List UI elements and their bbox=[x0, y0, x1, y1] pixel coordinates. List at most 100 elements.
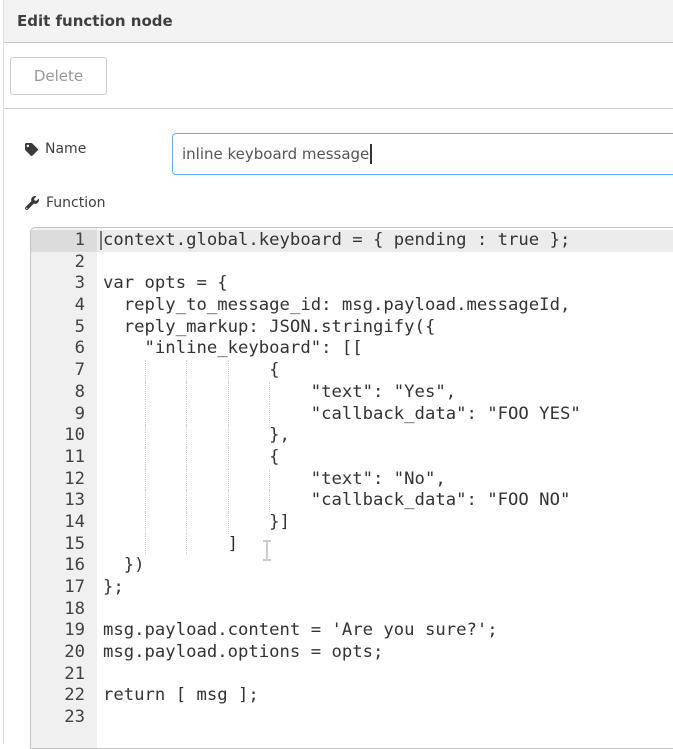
code-line[interactable]: }; bbox=[97, 577, 673, 599]
indent-guide bbox=[186, 404, 187, 426]
code-line[interactable] bbox=[97, 707, 673, 729]
indent-guide bbox=[186, 425, 187, 447]
code-line-text: "inline_keyboard": [[ bbox=[103, 338, 363, 358]
gutter-line-number[interactable]: 3 bbox=[31, 273, 97, 295]
indent-guide bbox=[269, 469, 270, 491]
editor-text-cursor bbox=[100, 231, 102, 250]
code-line[interactable] bbox=[97, 664, 673, 686]
gutter-line-number[interactable]: 22 bbox=[31, 685, 97, 707]
gutter-line-number[interactable]: 15 bbox=[31, 534, 97, 556]
indent-guide bbox=[186, 382, 187, 404]
code-line-text: msg.payload.content = 'Are you sure?'; bbox=[103, 620, 498, 640]
code-line-text: "callback_data": "FOO YES" bbox=[103, 404, 581, 424]
indent-guide bbox=[186, 469, 187, 491]
indent-guide bbox=[228, 447, 229, 469]
text-cursor bbox=[370, 144, 372, 164]
code-line[interactable]: }] bbox=[97, 512, 673, 534]
code-line-text: "text": "Yes", bbox=[103, 382, 456, 402]
code-line[interactable]: reply_to_message_id: msg.payload.message… bbox=[97, 295, 673, 317]
code-line-text: msg.payload.options = opts; bbox=[103, 642, 383, 662]
gutter-line-number[interactable]: 6 bbox=[31, 338, 97, 360]
indent-guide bbox=[228, 382, 229, 404]
code-line[interactable]: "text": "No", bbox=[97, 469, 673, 491]
code-line-text: "text": "No", bbox=[103, 469, 446, 489]
editor-code-area[interactable]: context.global.keyboard = { pending : tr… bbox=[97, 228, 673, 748]
code-line[interactable]: { bbox=[97, 447, 673, 469]
code-line[interactable]: context.global.keyboard = { pending : tr… bbox=[97, 230, 673, 252]
code-editor[interactable]: 1234567891011121314151617181920212223 co… bbox=[30, 227, 673, 749]
indent-guide bbox=[186, 534, 187, 556]
gutter-line-number[interactable]: 19 bbox=[31, 620, 97, 642]
code-line[interactable] bbox=[97, 252, 673, 274]
indent-guide bbox=[186, 512, 187, 534]
wrench-icon bbox=[25, 196, 39, 210]
indent-guide bbox=[145, 512, 146, 534]
indent-guide bbox=[186, 447, 187, 469]
tray-toolbar: Delete bbox=[4, 44, 673, 109]
gutter-line-number[interactable]: 20 bbox=[31, 642, 97, 664]
code-line[interactable]: msg.payload.content = 'Are you sure?'; bbox=[97, 620, 673, 642]
gutter-line-number[interactable]: 17 bbox=[31, 577, 97, 599]
indent-guide bbox=[269, 382, 270, 404]
code-line[interactable]: ] bbox=[97, 534, 673, 556]
gutter-line-number[interactable]: 13 bbox=[31, 490, 97, 512]
indent-guide bbox=[269, 490, 270, 512]
code-line-text: ] bbox=[103, 534, 238, 554]
code-line[interactable]: "callback_data": "FOO YES" bbox=[97, 404, 673, 426]
code-line[interactable]: var opts = { bbox=[97, 273, 673, 295]
code-line[interactable]: }) bbox=[97, 555, 673, 577]
gutter-line-number[interactable]: 7 bbox=[31, 360, 97, 382]
editor-gutter: 1234567891011121314151617181920212223 bbox=[31, 228, 97, 748]
delete-button[interactable]: Delete bbox=[10, 57, 107, 95]
gutter-line-number[interactable]: 4 bbox=[31, 295, 97, 317]
gutter-line-number[interactable]: 16 bbox=[31, 555, 97, 577]
name-label: Name bbox=[25, 141, 86, 157]
code-line[interactable] bbox=[97, 599, 673, 621]
indent-guide bbox=[228, 512, 229, 534]
code-line[interactable]: "callback_data": "FOO NO" bbox=[97, 490, 673, 512]
gutter-line-number[interactable]: 2 bbox=[31, 252, 97, 274]
indent-guide bbox=[269, 404, 270, 426]
indent-guide bbox=[186, 490, 187, 512]
code-line-text: "callback_data": "FOO NO" bbox=[103, 490, 570, 510]
gutter-line-number[interactable]: 14 bbox=[31, 512, 97, 534]
code-line-text: reply_markup: JSON.stringify({ bbox=[103, 317, 435, 337]
code-line[interactable]: { bbox=[97, 360, 673, 382]
gutter-line-number[interactable]: 1 bbox=[31, 230, 97, 252]
code-line[interactable]: return [ msg ]; bbox=[97, 685, 673, 707]
indent-guide bbox=[145, 469, 146, 491]
gutter-line-number[interactable]: 18 bbox=[31, 599, 97, 621]
indent-guide bbox=[145, 490, 146, 512]
code-line[interactable]: }, bbox=[97, 425, 673, 447]
tag-icon bbox=[25, 143, 38, 156]
code-line[interactable]: "inline_keyboard": [[ bbox=[97, 338, 673, 360]
gutter-line-number[interactable]: 11 bbox=[31, 447, 97, 469]
indent-guide bbox=[228, 360, 229, 382]
code-line[interactable]: reply_markup: JSON.stringify({ bbox=[97, 317, 673, 339]
indent-guide bbox=[145, 382, 146, 404]
gutter-line-number[interactable]: 12 bbox=[31, 469, 97, 491]
gutter-line-number[interactable]: 21 bbox=[31, 664, 97, 686]
code-line-text: context.global.keyboard = { pending : tr… bbox=[103, 230, 570, 250]
indent-guide bbox=[145, 360, 146, 382]
gutter-line-number[interactable]: 5 bbox=[31, 317, 97, 339]
gutter-line-number[interactable]: 10 bbox=[31, 425, 97, 447]
indent-guide bbox=[186, 360, 187, 382]
edit-tray-panel: Edit function node Delete Name inline ke… bbox=[3, 0, 673, 744]
gutter-line-number[interactable]: 8 bbox=[31, 382, 97, 404]
code-line[interactable]: msg.payload.options = opts; bbox=[97, 642, 673, 664]
code-line[interactable]: "text": "Yes", bbox=[97, 382, 673, 404]
name-input[interactable]: inline keyboard message bbox=[172, 133, 673, 175]
indent-guide bbox=[145, 534, 146, 556]
function-label-text: Function bbox=[46, 195, 106, 211]
indent-guide bbox=[228, 490, 229, 512]
code-line-text: }) bbox=[103, 555, 145, 575]
tray-header: Edit function node bbox=[4, 0, 673, 43]
indent-guide bbox=[228, 425, 229, 447]
code-line-text: }, bbox=[103, 425, 290, 445]
gutter-line-number[interactable]: 23 bbox=[31, 707, 97, 729]
page-title: Edit function node bbox=[17, 12, 173, 30]
gutter-line-number[interactable]: 9 bbox=[31, 404, 97, 426]
indent-guide bbox=[228, 469, 229, 491]
code-line-text: { bbox=[103, 360, 280, 380]
